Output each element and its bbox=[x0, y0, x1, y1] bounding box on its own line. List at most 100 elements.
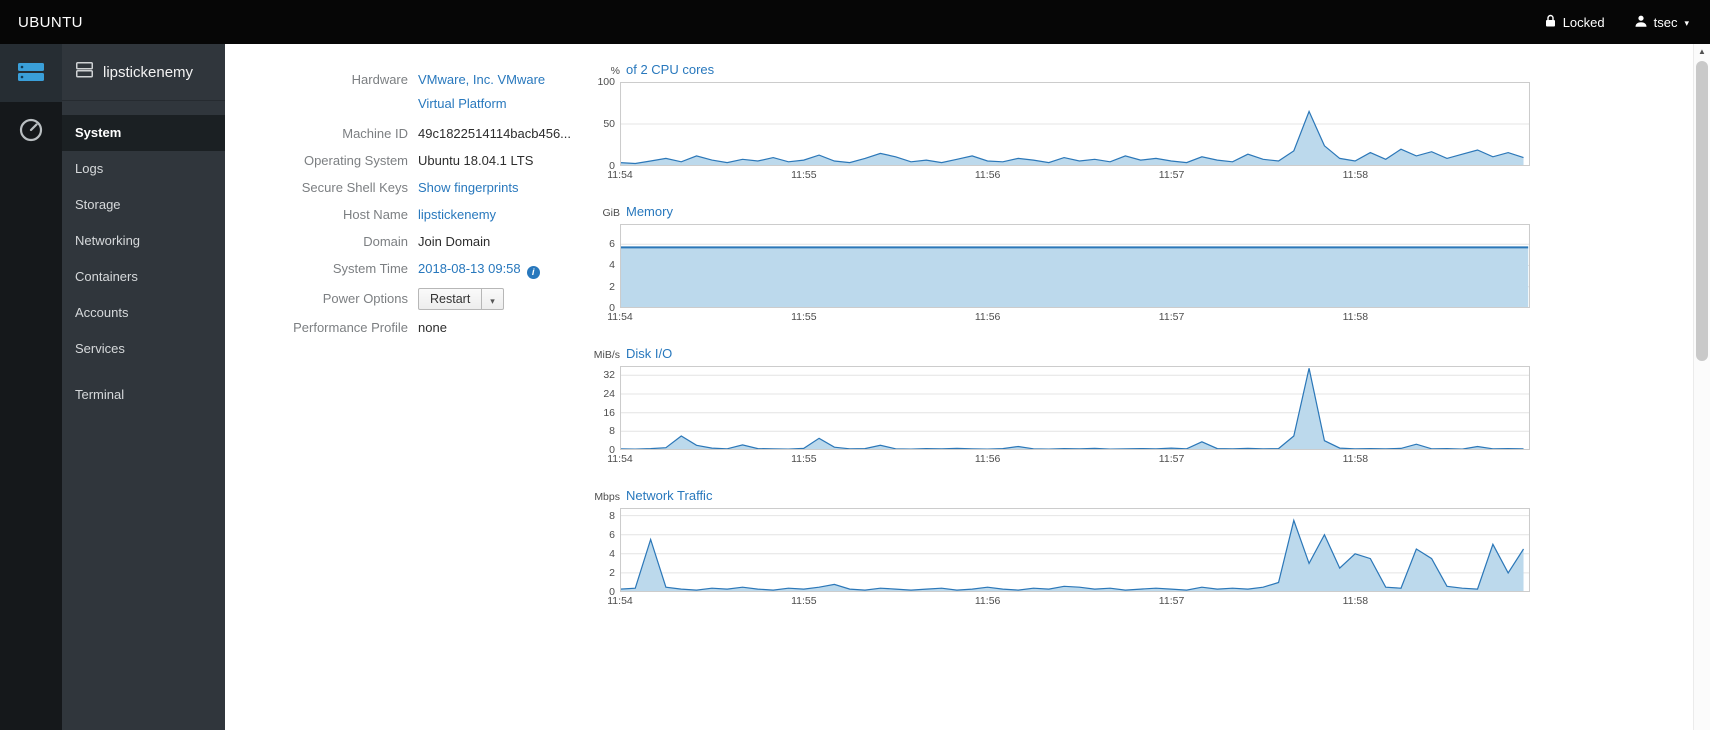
network-unit-label: Mbps bbox=[594, 491, 620, 503]
chevron-down-icon: ▾ bbox=[490, 296, 495, 306]
x-tick-label: 11:54 bbox=[607, 595, 633, 607]
hostname-link[interactable]: lipstickenemy bbox=[418, 207, 496, 222]
os-value: Ubuntu 18.04.1 LTS bbox=[418, 153, 534, 168]
system-time-link[interactable]: 2018-08-13 09:58 bbox=[418, 261, 521, 276]
machine-id-row: Machine ID 49c1822514114bacb456... bbox=[225, 125, 590, 143]
scrollbar-thumb[interactable] bbox=[1696, 61, 1708, 361]
network-plot[interactable] bbox=[620, 508, 1530, 592]
hardware-line1: VMware, Inc. VMware bbox=[418, 72, 546, 87]
dashboard-nav-item[interactable] bbox=[0, 102, 62, 160]
hardware-line2: Virtual Platform bbox=[418, 96, 507, 111]
sidebar-item-system[interactable]: System bbox=[62, 115, 225, 151]
restart-button[interactable]: Restart bbox=[418, 288, 483, 310]
sidebar-item-services[interactable]: Services bbox=[62, 331, 225, 367]
sidebar-item-networking[interactable]: Networking bbox=[62, 223, 225, 259]
lock-icon bbox=[1545, 14, 1556, 30]
vertical-scrollbar[interactable]: ▲ bbox=[1693, 44, 1710, 730]
sidebar: lipstickenemy System Logs Storage Networkin… bbox=[62, 44, 225, 730]
memory-chart-title[interactable]: Memory bbox=[626, 204, 673, 219]
user-icon bbox=[1635, 15, 1647, 30]
restart-dropdown-button[interactable]: ▾ bbox=[482, 288, 504, 310]
info-icon[interactable]: i bbox=[526, 266, 540, 279]
cpu-chart-title[interactable]: of 2 CPU cores bbox=[626, 62, 714, 77]
ssh-keys-label: Secure Shell Keys bbox=[301, 180, 408, 195]
y-tick-label: 6 bbox=[609, 238, 615, 250]
y-tick-label: 6 bbox=[609, 529, 615, 541]
hardware-row: Hardware VMware, Inc. VMware Virtual Pla… bbox=[225, 68, 590, 116]
performance-profile-label: Performance Profile bbox=[293, 320, 408, 335]
memory-x-axis: 11:54 11:55 11:56 11:57 11:58 bbox=[607, 308, 1530, 325]
x-tick-label: 11:57 bbox=[1158, 595, 1185, 607]
lock-status-label: Locked bbox=[1562, 14, 1605, 30]
chevron-down-icon: ▾ bbox=[1684, 17, 1689, 28]
x-tick-label: 11:54 bbox=[607, 311, 633, 323]
network-traffic-chart: Mbps Network Traffic 02468 11:54 11:55 11:… bbox=[590, 488, 1530, 609]
sidebar-item-logs[interactable]: Logs bbox=[62, 151, 225, 187]
x-tick-label: 11:55 bbox=[791, 595, 817, 607]
x-tick-label: 11:57 bbox=[1158, 311, 1185, 323]
machine-id-label: Machine ID bbox=[342, 126, 408, 141]
sidebar-item-accounts[interactable]: Accounts bbox=[62, 295, 225, 331]
network-y-axis: 02468 bbox=[590, 508, 620, 598]
memory-y-axis: 0246 bbox=[590, 224, 620, 314]
os-label: Operating System bbox=[303, 153, 408, 168]
x-tick-label: 11:57 bbox=[1158, 453, 1185, 465]
x-tick-label: 11:55 bbox=[791, 169, 817, 181]
user-name: tsec bbox=[1653, 14, 1678, 30]
y-tick-label: 50 bbox=[603, 118, 615, 130]
host-switcher-strip bbox=[0, 44, 62, 730]
network-chart-title[interactable]: Network Traffic bbox=[626, 488, 712, 503]
performance-profile-row: Performance Profile none bbox=[225, 319, 590, 337]
y-tick-label: 8 bbox=[609, 425, 615, 437]
x-tick-label: 11:58 bbox=[1342, 595, 1369, 607]
x-tick-label: 11:57 bbox=[1158, 169, 1185, 181]
lock-status-button[interactable]: Locked bbox=[1530, 0, 1620, 44]
machine-id-value: 49c1822514114bacb456... bbox=[418, 126, 572, 141]
scroll-up-arrow[interactable]: ▲ bbox=[1694, 44, 1710, 58]
server-stack-icon bbox=[17, 60, 45, 87]
os-row: Operating System Ubuntu 18.04.1 LTS bbox=[225, 152, 590, 170]
disk-io-y-axis: 0 8 16 24 32 bbox=[590, 366, 620, 456]
sidebar-nav: System Logs Storage Networking Containers Acc… bbox=[62, 101, 225, 413]
x-tick-label: 11:56 bbox=[974, 311, 1001, 323]
machines-nav-item[interactable] bbox=[0, 44, 62, 102]
power-options-row: Power Options Restart ▾ bbox=[225, 288, 590, 310]
join-domain-link[interactable]: Join Domain bbox=[418, 233, 490, 251]
y-tick-label: 2 bbox=[609, 567, 615, 579]
x-tick-label: 11:56 bbox=[974, 453, 1001, 465]
host-name: lipstickenemy bbox=[103, 63, 194, 81]
x-tick-label: 11:58 bbox=[1342, 311, 1369, 323]
network-x-axis: 11:54 11:55 11:56 11:57 11:58 bbox=[607, 592, 1530, 609]
host-header[interactable]: lipstickenemy bbox=[62, 44, 225, 101]
y-tick-label: 100 bbox=[597, 76, 615, 88]
domain-row: Domain Join Domain bbox=[225, 233, 590, 251]
y-tick-label: 2 bbox=[609, 281, 615, 293]
cpu-x-axis: 11:54 11:55 11:56 11:57 11:58 bbox=[607, 166, 1530, 183]
x-tick-label: 11:54 bbox=[607, 169, 633, 181]
y-tick-label: 4 bbox=[609, 548, 615, 560]
brand: UBUNTU bbox=[18, 13, 83, 31]
sidebar-item-containers[interactable]: Containers bbox=[62, 259, 225, 295]
hardware-label: Hardware bbox=[351, 72, 408, 87]
main-content: Hardware VMware, Inc. VMware Virtual Pla… bbox=[225, 44, 1693, 730]
disk-io-chart-title[interactable]: Disk I/O bbox=[626, 346, 672, 361]
x-tick-label: 11:56 bbox=[974, 595, 1001, 607]
show-fingerprints-link[interactable]: Show fingerprints bbox=[418, 180, 518, 195]
y-tick-label: 4 bbox=[609, 259, 615, 271]
cpu-y-axis: 0 50 100 bbox=[590, 76, 620, 172]
power-options-label: Power Options bbox=[322, 291, 408, 306]
user-menu[interactable]: tsec ▾ bbox=[1620, 0, 1704, 44]
sidebar-item-storage[interactable]: Storage bbox=[62, 187, 225, 223]
memory-plot[interactable] bbox=[620, 224, 1530, 308]
charts: % of 2 CPU cores 0 50 100 11:54 11:55 11:56 1… bbox=[590, 44, 1530, 730]
hardware-link[interactable]: VMware, Inc. VMware Virtual Platform bbox=[418, 68, 545, 116]
x-tick-label: 11:55 bbox=[791, 311, 817, 323]
performance-profile-value[interactable]: none bbox=[418, 319, 447, 337]
cpu-plot[interactable] bbox=[620, 82, 1530, 166]
memory-unit-label: GiB bbox=[602, 207, 620, 219]
sidebar-item-terminal[interactable]: Terminal bbox=[62, 377, 225, 413]
memory-chart: GiB Memory 0246 11:54 11:55 11:56 11:57 11:5… bbox=[590, 204, 1530, 325]
disk-io-chart: MiB/s Disk I/O 0 8 16 24 32 11:54 11:55 11:56 1… bbox=[590, 346, 1530, 467]
ssh-keys-row: Secure Shell Keys Show fingerprints bbox=[225, 179, 590, 197]
disk-io-plot[interactable] bbox=[620, 366, 1530, 450]
